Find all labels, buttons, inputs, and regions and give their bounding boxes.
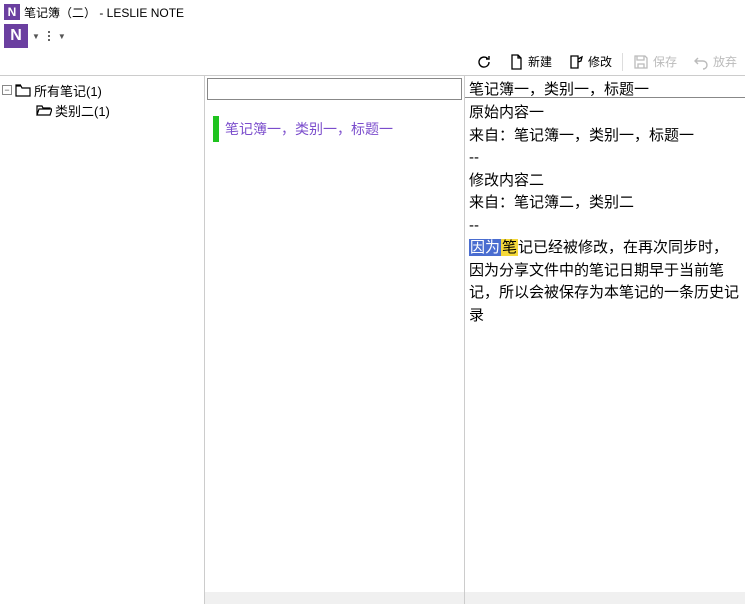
content-body[interactable]: 原始内容一 来自：笔记簿一，类别一，标题一 -- 修改内容二 来自：笔记簿二，类… (465, 98, 745, 604)
more-menu[interactable] (44, 31, 54, 41)
status-indicator (213, 116, 219, 142)
toolbar: 新建 修改 保存 放弃 (0, 48, 745, 76)
discard-button[interactable]: 放弃 (687, 51, 743, 72)
main-area: − 所有笔记(1) 类别二(1) 笔记簿一，类别一，标题一 笔记簿一，类别一，标 (0, 76, 745, 604)
tree-root-row[interactable]: − 所有笔记(1) (2, 80, 202, 100)
content-line: 来自：笔记簿一，类别一，标题一 (469, 125, 741, 148)
tree-child-row[interactable]: 类别二(1) (2, 100, 202, 120)
content-paragraph: 因为笔记已经被修改，在再次同步时，因为分享文件中的笔记日期早于当前笔记，所以会被… (469, 237, 741, 327)
note-list-panel: 笔记簿一，类别一，标题一 (205, 76, 465, 604)
app-logo[interactable]: N (4, 24, 28, 48)
new-button[interactable]: 新建 (502, 51, 558, 72)
undo-icon (693, 54, 709, 70)
separator (622, 53, 623, 71)
window-title: 笔记簿（二） - LESLIE NOTE (24, 4, 184, 21)
content-divider: -- (469, 215, 741, 238)
content-line: 修改内容二 (469, 170, 741, 193)
new-file-icon (508, 54, 524, 70)
app-icon: N (4, 4, 20, 20)
discard-label: 放弃 (713, 53, 737, 70)
content-panel: 笔记簿一，类别一，标题一 原始内容一 来自：笔记簿一，类别一，标题一 -- 修改… (465, 76, 745, 604)
folder-open-icon (36, 103, 52, 117)
highlight-selection: 因为 (469, 239, 501, 256)
tree-child-label: 类别二(1) (55, 101, 110, 120)
note-list-item[interactable]: 笔记簿一，类别一，标题一 (213, 116, 456, 142)
save-button[interactable]: 保存 (627, 51, 683, 72)
folder-icon (15, 83, 31, 97)
note-item-title: 笔记簿一，类别一，标题一 (225, 119, 393, 139)
refresh-button[interactable] (470, 52, 498, 72)
chevron-down-icon: ▼ (32, 32, 40, 41)
scrollbar[interactable] (465, 592, 729, 604)
menu-bar: N ▼ ▼ (0, 24, 745, 48)
scrollbar[interactable] (205, 592, 448, 604)
more-dropdown[interactable]: ▼ (58, 32, 66, 41)
tree-panel: − 所有笔记(1) 类别二(1) (0, 76, 205, 604)
menu-dropdown[interactable]: ▼ (32, 32, 40, 41)
new-label: 新建 (528, 53, 552, 70)
tree-root-label: 所有笔记(1) (34, 81, 102, 100)
content-line: 原始内容一 (469, 102, 741, 125)
search-input[interactable] (207, 78, 462, 100)
save-icon (633, 54, 649, 70)
refresh-icon (476, 54, 492, 70)
content-divider: -- (469, 147, 741, 170)
chevron-down-icon: ▼ (58, 32, 66, 41)
content-line: 来自：笔记簿二，类别二 (469, 192, 741, 215)
title-bar: N 笔记簿（二） - LESLIE NOTE (0, 0, 745, 24)
edit-label: 修改 (588, 53, 612, 70)
save-label: 保存 (653, 53, 677, 70)
edit-icon (568, 54, 584, 70)
content-title: 笔记簿一，类别一，标题一 (465, 76, 745, 98)
note-list: 笔记簿一，类别一，标题一 (205, 102, 464, 604)
edit-button[interactable]: 修改 (562, 51, 618, 72)
tree-collapse-icon[interactable]: − (2, 85, 12, 95)
highlight-cursor: 笔 (501, 239, 518, 256)
